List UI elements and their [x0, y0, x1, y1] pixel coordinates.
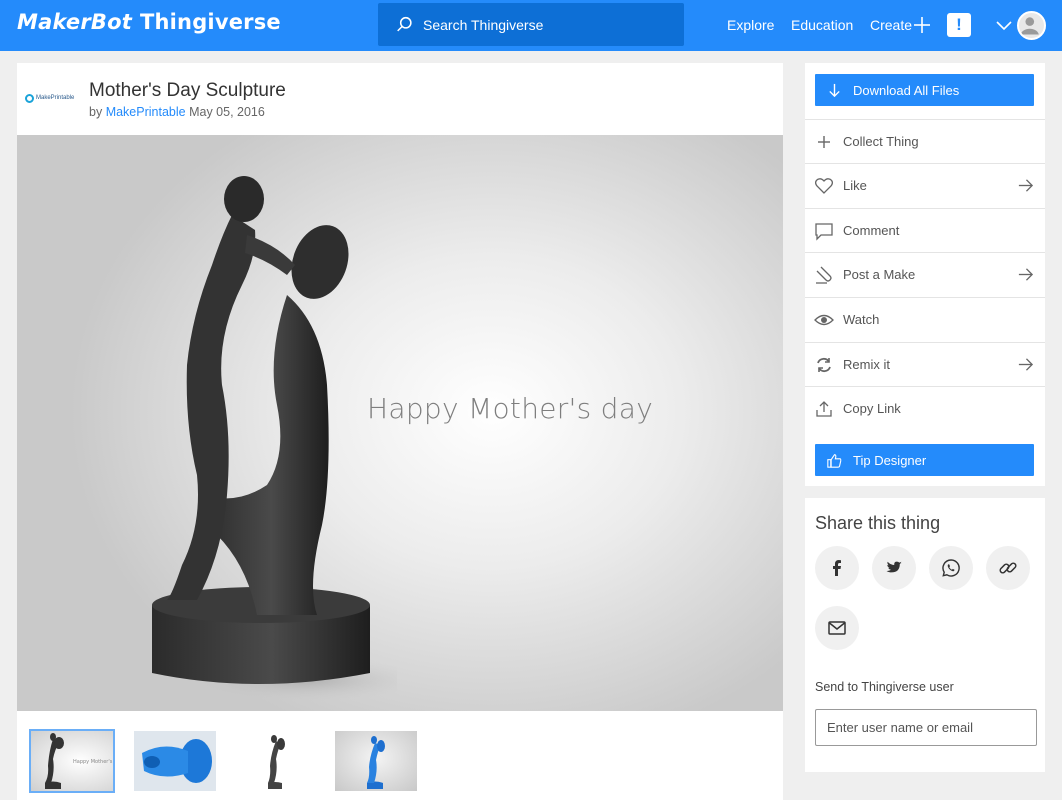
share-icon	[816, 400, 832, 417]
author-link[interactable]: MakePrintable	[106, 105, 186, 119]
copy-link-share-button[interactable]	[986, 546, 1030, 590]
tip-designer-button[interactable]: Tip Designer	[815, 444, 1034, 476]
thumbnail-strip: Happy Mother's day	[17, 711, 783, 800]
download-icon	[829, 83, 840, 97]
copy-link-label: Copy Link	[843, 401, 901, 416]
makerbot-thingiverse-logo[interactable]: MakerBot Thingiverse	[17, 10, 281, 34]
whatsapp-icon	[942, 559, 960, 577]
designer-logo[interactable]: MakePrintable	[25, 87, 77, 109]
download-all-button[interactable]: Download All Files	[815, 74, 1034, 106]
post-make-button[interactable]: Post a Make	[805, 252, 1045, 296]
like-button[interactable]: Like	[805, 163, 1045, 207]
facebook-icon	[833, 560, 841, 576]
arrow-right-icon[interactable]	[1017, 356, 1034, 373]
notice-icon[interactable]: !	[947, 13, 971, 37]
twitter-share-button[interactable]	[872, 546, 916, 590]
post-make-icon	[816, 266, 832, 284]
nav-education[interactable]: Education	[791, 17, 853, 33]
whatsapp-share-button[interactable]	[929, 546, 973, 590]
comment-icon	[815, 222, 833, 241]
by-label: by	[89, 105, 103, 119]
designer-logo-text: MakePrintable	[36, 95, 75, 101]
like-label: Like	[843, 178, 867, 193]
send-to-user-label: Send to Thingiverse user	[815, 680, 954, 694]
thing-actions-panel: Download All Files Collect Thing Like Co…	[805, 63, 1045, 486]
thumbnail-3[interactable]	[234, 731, 316, 791]
eye-icon	[814, 314, 834, 325]
email-share-button[interactable]	[815, 606, 859, 650]
heart-icon	[814, 177, 834, 194]
link-icon	[999, 562, 1017, 574]
arrow-right-icon[interactable]	[1017, 177, 1034, 194]
copy-link-button[interactable]: Copy Link	[805, 386, 1045, 430]
collect-label: Collect Thing	[843, 134, 919, 149]
share-title: Share this thing	[815, 513, 941, 533]
sculpture-image	[152, 176, 397, 702]
plus-icon[interactable]	[913, 16, 931, 34]
search-icon	[397, 16, 412, 32]
post-make-label: Post a Make	[843, 267, 916, 282]
search-box[interactable]: Search Thingiverse	[378, 3, 684, 46]
thing-title: Mother's Day Sculpture	[89, 80, 286, 101]
remix-label: Remix it	[843, 357, 890, 372]
thumbs-up-icon	[827, 453, 842, 468]
tip-designer-label: Tip Designer	[853, 452, 927, 468]
share-panel: Share this thing Send to Thingiverse use…	[805, 498, 1045, 772]
nav-create[interactable]: Create	[870, 17, 912, 33]
thumbnail-2[interactable]	[134, 731, 216, 791]
comment-label: Comment	[843, 223, 900, 238]
arrow-right-icon[interactable]	[1017, 266, 1034, 283]
thumbnail-1[interactable]: Happy Mother's day	[29, 729, 115, 793]
image-caption: Happy Mother's day	[367, 392, 654, 425]
chevron-down-icon[interactable]	[996, 19, 1012, 31]
top-bar: MakerBot Thingiverse Search Thingiverse E…	[0, 0, 1062, 51]
plus-icon	[818, 135, 830, 148]
send-to-user-input[interactable]	[815, 709, 1037, 746]
thumbnail-4[interactable]	[335, 731, 417, 791]
watch-button[interactable]: Watch	[805, 297, 1045, 341]
avatar-icon[interactable]	[1017, 11, 1046, 40]
search-placeholder: Search Thingiverse	[423, 16, 544, 33]
nav-explore[interactable]: Explore	[727, 17, 774, 33]
collect-thing-button[interactable]: Collect Thing	[805, 119, 1045, 163]
thing-detail-card: MakePrintable Mother's Day Sculpture by …	[17, 63, 783, 800]
brand-thingiverse: Thingiverse	[139, 10, 281, 34]
designer-logo-mark	[25, 93, 34, 103]
thing-meta: by MakePrintable May 05, 2016	[89, 105, 265, 119]
watch-label: Watch	[843, 312, 880, 327]
remix-icon	[817, 357, 831, 372]
comment-button[interactable]: Comment	[805, 208, 1045, 252]
main-image[interactable]: Happy Mother's day	[17, 135, 783, 711]
publish-date: May 05, 2016	[189, 105, 265, 119]
brand-makerbot: MakerBot	[17, 10, 132, 34]
facebook-share-button[interactable]	[815, 546, 859, 590]
twitter-icon	[886, 561, 902, 573]
svg-text:Happy Mother's day: Happy Mother's day	[73, 759, 113, 765]
remix-button[interactable]: Remix it	[805, 342, 1045, 386]
download-all-label: Download All Files	[853, 82, 960, 98]
email-icon	[828, 621, 846, 635]
